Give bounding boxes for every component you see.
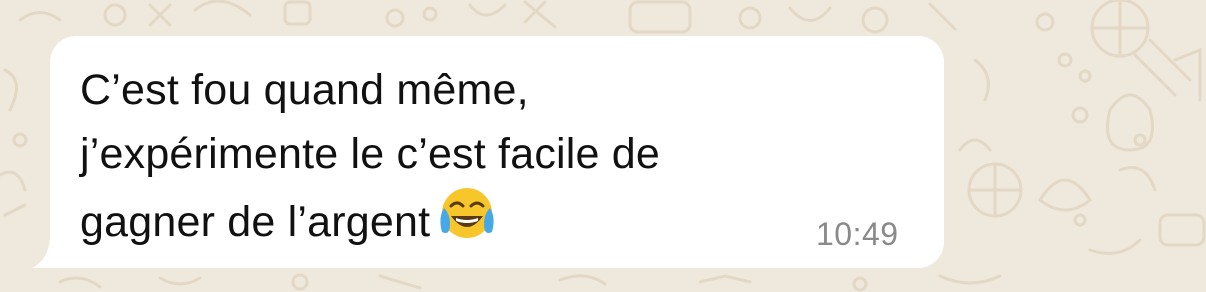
message-line-2: j’expérimente le c’est facile de [80,130,661,178]
message-line-3: gagner de l’argent [80,186,800,254]
face-with-tears-of-joy-icon [440,188,494,238]
message-line-3-text: gagner de l’argent [80,198,431,246]
message-timestamp: 10:49 [816,216,899,252]
message-text: C’est fou quand même, j’expérimente le c… [80,58,800,254]
message-line-1: C’est fou quand même, [80,66,529,114]
